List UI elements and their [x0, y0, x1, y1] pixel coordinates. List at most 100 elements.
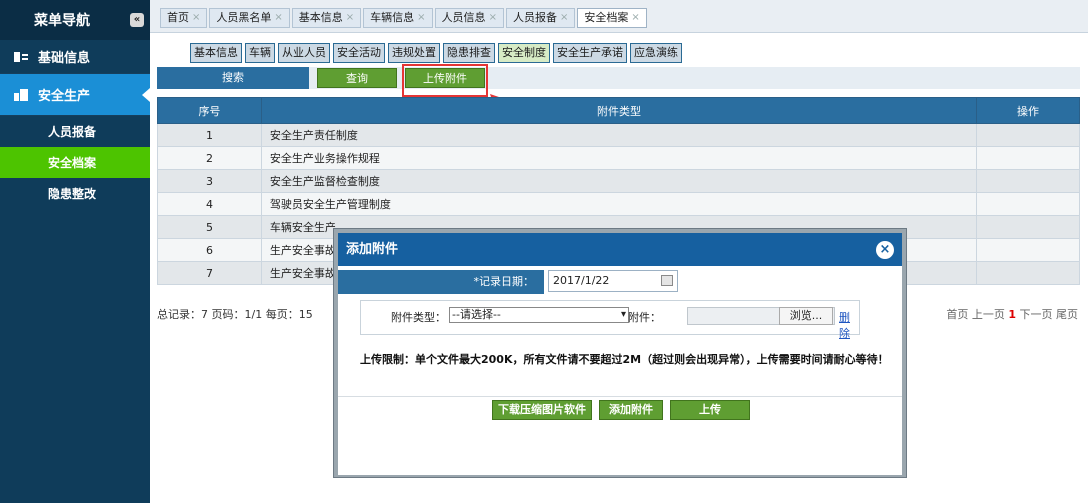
close-icon[interactable]: ×: [876, 241, 894, 259]
dialog-button-row: 下载压缩图片软件 添加附件 上传: [338, 396, 902, 420]
cell-no: 4: [157, 192, 262, 216]
table-row[interactable]: 3 安全生产监督检查制度: [157, 169, 1080, 193]
subnav-hazard-check[interactable]: 隐患排查: [443, 43, 495, 63]
close-icon[interactable]: ×: [192, 9, 200, 27]
tab-home[interactable]: 首页 ×: [160, 8, 208, 28]
download-compress-tool-button[interactable]: 下载压缩图片软件: [492, 400, 592, 420]
pager-next[interactable]: 下一页: [1020, 308, 1053, 321]
tab-bar: 首页 × 人员黑名单 × 基本信息 × 车辆信息 × 人员信息 × 人员报备 × 安全档案 ×: [150, 0, 1088, 33]
date-row: *记录日期： 2017/1/22: [338, 266, 902, 297]
pager-prev[interactable]: 上一页: [972, 308, 1005, 321]
cell-no: 6: [157, 238, 262, 262]
upload-limit-note: 上传限制：单个文件最大200K，所有文件请不要超过2M（超过则会出现异常），上传…: [360, 353, 889, 366]
sidebar-item-safety-archive[interactable]: 安全档案: [0, 147, 150, 178]
record-date-input[interactable]: 2017/1/22: [548, 270, 678, 292]
close-icon[interactable]: ×: [417, 9, 425, 27]
subnav-basic-info[interactable]: 基本信息: [190, 43, 242, 63]
record-date-label: *记录日期：: [338, 270, 544, 294]
tab-blacklist[interactable]: 人员黑名单 ×: [209, 8, 290, 28]
upload-button[interactable]: 上传: [670, 400, 750, 420]
pager-last[interactable]: 尾页: [1056, 308, 1078, 321]
cell-type: 驾驶员安全生产管理制度: [260, 192, 978, 216]
sidebar-item-personnel-report[interactable]: 人员报备: [0, 116, 150, 147]
chevron-down-icon: ▾: [620, 309, 626, 320]
cell-action: [976, 215, 1080, 239]
pager-current: 1: [1008, 308, 1016, 321]
sidebar-section-basic[interactable]: 基础信息: [0, 40, 150, 74]
record-summary: 总记录：7 页码：1/1 每页：15: [157, 308, 313, 321]
cell-type: 安全生产监督检查制度: [260, 169, 978, 193]
table-row[interactable]: 1 安全生产责任制度: [157, 123, 1080, 147]
attachment-label: 附件：: [628, 311, 661, 324]
sidebar-section-label: 基础信息: [38, 51, 91, 66]
highlight-box: [402, 64, 488, 97]
sub-navigation: 基本信息 车辆 从业人员 安全活动 违规处置 隐患排查 安全制度 安全生产承诺 …: [190, 43, 685, 63]
cell-type: 安全生产责任制度: [260, 123, 978, 147]
cell-action: [976, 238, 1080, 262]
sidebar-section-label: 安全生产: [38, 89, 91, 104]
pager-first[interactable]: 首页: [946, 308, 968, 321]
cell-action: [976, 169, 1080, 193]
cell-action: [976, 192, 1080, 216]
tab-vehicle-info[interactable]: 车辆信息 ×: [363, 8, 433, 28]
browse-button[interactable]: 浏览...: [779, 307, 833, 325]
subnav-staff[interactable]: 从业人员: [278, 43, 330, 63]
tab-label: 基本信息: [298, 11, 343, 24]
tab-label: 人员信息: [441, 11, 486, 24]
tab-label: 车辆信息: [370, 11, 415, 24]
dialog-title: 添加附件: [346, 242, 399, 257]
tab-safety-archive[interactable]: 安全档案 ×: [577, 8, 647, 28]
close-icon[interactable]: ×: [631, 9, 639, 27]
close-icon[interactable]: ×: [274, 9, 282, 27]
column-header: 附件类型: [260, 97, 978, 124]
tab-label: 安全档案: [584, 11, 629, 24]
attachment-type-select[interactable]: --请选择-- ▾: [449, 307, 629, 323]
id-card-icon: [14, 51, 28, 62]
cell-no: 5: [157, 215, 262, 239]
sidebar: 菜单导航 « 基础信息 安全生产 人员报备 安全档案 隐患整改: [0, 0, 150, 503]
sidebar-header: 菜单导航 «: [0, 0, 150, 40]
tab-label: 首页: [167, 11, 189, 24]
subnav-vehicle[interactable]: 车辆: [245, 43, 275, 63]
dialog-header: 添加附件 ×: [338, 233, 902, 266]
sidebar-section-safety[interactable]: 安全生产: [0, 74, 150, 116]
column-header: 操作: [976, 97, 1080, 124]
cell-type: 安全生产业务操作规程: [260, 146, 978, 170]
sidebar-title: 菜单导航: [34, 13, 90, 29]
subnav-safety-commitment[interactable]: 安全生产承诺: [553, 43, 627, 63]
sidebar-item-hazard-rectification[interactable]: 隐患整改: [0, 178, 150, 209]
subnav-emergency-drill[interactable]: 应急演练: [630, 43, 682, 63]
tab-label: 人员黑名单: [216, 11, 272, 24]
calendar-icon[interactable]: [661, 275, 673, 286]
subnav-violation[interactable]: 违规处置: [388, 43, 440, 63]
subnav-safety-policy[interactable]: 安全制度: [498, 43, 550, 63]
toolbar: 搜索 查询 上传附件: [157, 66, 1080, 89]
dialog-body: *记录日期： 2017/1/22 附件类型： --请选择-- ▾ 附件： 浏览.…: [338, 266, 902, 475]
select-value: --请选择--: [452, 308, 501, 321]
close-icon[interactable]: ×: [489, 9, 497, 27]
close-icon[interactable]: ×: [346, 9, 354, 27]
cell-no: 2: [157, 146, 262, 170]
tab-personnel-info[interactable]: 人员信息 ×: [434, 8, 504, 28]
table-row[interactable]: 4 驾驶员安全生产管理制度: [157, 192, 1080, 216]
cell-action: [976, 261, 1080, 285]
search-button[interactable]: 搜索: [157, 67, 309, 89]
close-icon[interactable]: ×: [560, 9, 568, 27]
attachment-row: 附件类型： --请选择-- ▾ 附件： 浏览... 删除: [360, 300, 860, 340]
collapse-icon[interactable]: «: [130, 13, 144, 27]
subnav-safety-activity[interactable]: 安全活动: [333, 43, 385, 63]
attachment-type-label: 附件类型：: [391, 311, 446, 324]
delete-link[interactable]: 删除: [839, 309, 859, 341]
cell-no: 1: [157, 123, 262, 147]
tab-label: 人员报备: [512, 11, 557, 24]
building-icon: [14, 88, 28, 101]
tab-personnel-report[interactable]: 人员报备 ×: [505, 8, 576, 28]
cell-no: 3: [157, 169, 262, 193]
tab-basic-info[interactable]: 基本信息 ×: [291, 8, 362, 28]
query-button[interactable]: 查询: [317, 68, 397, 88]
column-header: 序号: [157, 97, 262, 124]
table-row[interactable]: 2 安全生产业务操作规程: [157, 146, 1080, 170]
add-attachment-button[interactable]: 添加附件: [599, 400, 663, 420]
cell-no: 7: [157, 261, 262, 285]
pagination: 首页 上一页 1 下一页 尾页: [946, 306, 1078, 322]
